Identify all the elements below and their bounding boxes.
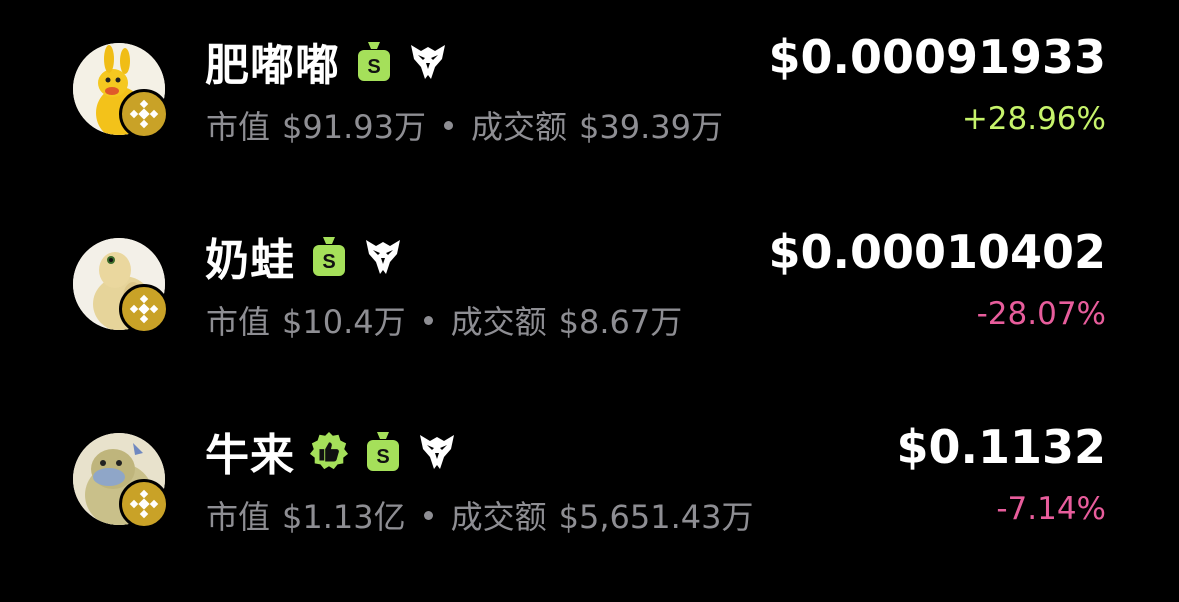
volume-label: 成交额 (471, 108, 568, 146)
bnb-chain-icon (119, 284, 169, 334)
token-name-line: 肥嘟嘟 S (205, 30, 448, 92)
token-price: $0.00010402 (768, 225, 1106, 279)
token-name: 肥嘟嘟 (205, 40, 340, 91)
price-change: -7.14% (996, 491, 1106, 527)
token-name-line: 牛来 S (205, 420, 457, 482)
token-price: $0.00091933 (768, 30, 1106, 84)
price-change: +28.96% (961, 101, 1106, 137)
token-row[interactable]: 奶蛙 S 市值 $10.4万 成交额 $8.67万 $0.00010402 -2… (0, 195, 1179, 385)
token-name: 奶蛙 (205, 235, 295, 286)
separator-dot (423, 510, 433, 520)
eagle-icon (417, 429, 457, 473)
separator-dot (444, 120, 453, 130)
eagle-icon (408, 39, 448, 83)
market-cap-label: 市值 (206, 108, 271, 146)
market-cap-label: 市值 (206, 498, 271, 536)
svg-text:S: S (376, 446, 389, 468)
token-name: 牛来 (205, 430, 295, 481)
money-bag-icon: S (363, 429, 403, 473)
token-price: $0.1132 (896, 420, 1106, 474)
token-list: 肥嘟嘟 S 市值 $91.93万 成交额 $39.39万 $0.00091933… (0, 0, 1179, 602)
token-meta: 市值 $1.13亿 成交额 $5,651.43万 (206, 492, 754, 538)
volume-value: $8.67万 (558, 303, 683, 341)
volume-value: $39.39万 (579, 108, 723, 146)
eagle-icon (363, 234, 403, 278)
token-meta: 市值 $10.4万 成交额 $8.67万 (206, 297, 682, 343)
volume-label: 成交额 (450, 498, 547, 536)
market-cap-value: $1.13亿 (282, 498, 406, 536)
market-cap-label: 市值 (206, 303, 271, 341)
price-change: -28.07% (976, 296, 1106, 332)
token-meta: 市值 $91.93万 成交额 $39.39万 (206, 102, 723, 148)
svg-text:S: S (367, 56, 380, 78)
market-cap-value: $10.4万 (282, 303, 406, 341)
bnb-chain-icon (119, 89, 169, 139)
money-bag-icon: S (354, 39, 394, 83)
token-name-line: 奶蛙 S (205, 225, 403, 287)
volume-label: 成交额 (450, 303, 547, 341)
bnb-chain-icon (119, 479, 169, 529)
token-row[interactable]: 牛来 S 市值 $1.13亿 成交额 $5,651.43万 $0.1132 -7… (0, 390, 1179, 580)
volume-value: $5,651.43万 (558, 498, 754, 536)
market-cap-value: $91.93万 (282, 108, 426, 146)
token-row[interactable]: 肥嘟嘟 S 市值 $91.93万 成交额 $39.39万 $0.00091933… (0, 0, 1179, 190)
separator-dot (423, 315, 433, 325)
svg-text:S: S (322, 251, 335, 273)
money-bag-icon: S (309, 234, 349, 278)
thumbs-up-badge-icon (309, 429, 349, 473)
